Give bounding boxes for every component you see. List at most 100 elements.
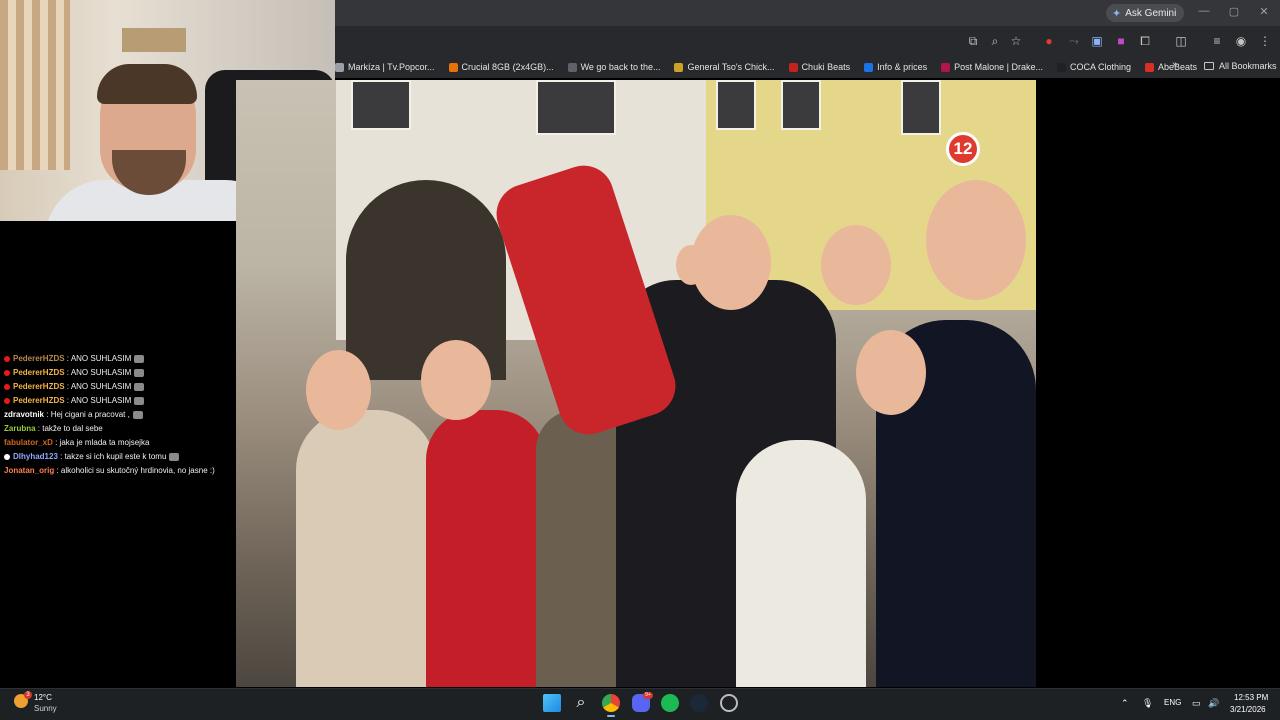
chat-separator: : <box>52 438 60 447</box>
volume-icon[interactable]: 🔊 <box>1208 698 1219 709</box>
bookmark-favicon-icon <box>941 62 951 72</box>
chat-username[interactable]: PedererHZDS <box>13 396 65 405</box>
bookmark-item[interactable]: We go back to the... <box>567 62 660 72</box>
bookmark-star-icon[interactable]: ☆ <box>1009 34 1023 48</box>
chat-username[interactable]: zdravotnik <box>4 410 44 419</box>
bookmark-item[interactable]: Chuki Beats <box>788 62 851 72</box>
chat-text: ANO SUHLASIM <box>70 382 132 391</box>
chat-message: PedererHZDS : ANO SUHLASIM <box>0 352 236 366</box>
close-icon[interactable]: ✕ <box>1256 5 1272 18</box>
extension-grey-icon[interactable]: ⤳ <box>1067 34 1081 48</box>
clock-time[interactable]: 12:53 PM <box>1234 693 1268 702</box>
zoom-icon[interactable]: ⌕ <box>988 34 1002 48</box>
ask-gemini-button[interactable]: ✦ Ask Gemini <box>1106 4 1185 22</box>
streamer-hair <box>97 64 197 104</box>
extensions-puzzle-icon[interactable]: ⧠ <box>1138 34 1152 48</box>
video-face <box>676 245 706 285</box>
extension-purple-icon[interactable]: ■ <box>1114 34 1128 48</box>
all-bookmarks-label: All Bookmarks <box>1219 61 1277 71</box>
chat-emote-icon <box>134 354 145 363</box>
bookmark-favicon-icon <box>448 62 458 72</box>
chat-text: jaka je mlada ta mojsejka <box>59 438 150 447</box>
chat-badge-icon <box>4 383 10 390</box>
microphone-icon[interactable]: 🎙 <box>1142 698 1153 709</box>
extension-counter-icon[interactable]: ▣ <box>1090 34 1104 48</box>
screen: ✦ Ask Gemini — ▢ ✕ ⧉ ⌕ ☆ ● ⤳ ▣ ■ ⧠ ◫ ≡ ◉… <box>0 0 1280 720</box>
bookmark-item[interactable]: Post Malone | Drake... <box>941 62 1043 72</box>
shelf-box <box>122 28 186 52</box>
side-panel-icon[interactable]: ◫ <box>1174 34 1188 48</box>
bookmark-favicon-icon <box>788 62 798 72</box>
bookmark-label: Markíza | Tv.Popcor... <box>348 62 435 72</box>
curtain <box>0 0 70 170</box>
video-archway <box>346 180 506 380</box>
chat-message: PedererHZDS : ANO SUHLASIM <box>0 380 236 394</box>
language-indicator[interactable]: ENG <box>1164 698 1181 707</box>
video-window <box>716 80 756 130</box>
chat-username[interactable]: PedererHZDS <box>13 354 65 363</box>
chat-message: Dlhyhad123 : takze si ich kupil este k t… <box>0 450 236 464</box>
chat-badge-icon <box>4 397 10 404</box>
bookmark-item[interactable]: General Tso's Chick... <box>674 62 775 72</box>
chat-username[interactable]: fabulator_xD <box>4 438 53 447</box>
video-window <box>901 80 941 135</box>
bookmark-label: Info & prices <box>877 62 928 72</box>
chat-username[interactable]: PedererHZDS <box>13 368 65 377</box>
bookmark-item[interactable]: COCA Clothing <box>1057 62 1131 72</box>
all-bookmarks-button[interactable]: All Bookmarks <box>1204 61 1277 71</box>
chat-text: ANO SUHLASIM <box>70 368 132 377</box>
chat-message: fabulator_xD : jaka je mlada ta mojsejka <box>0 436 236 450</box>
weather-temperature[interactable]: 12°C <box>34 693 52 702</box>
bookmark-item[interactable]: Crucial 8GB (2x4GB)... <box>448 62 554 72</box>
network-icon[interactable]: ▭ <box>1192 698 1201 709</box>
video-face <box>421 340 491 420</box>
video-player[interactable]: 12 <box>236 80 1036 687</box>
chat-username[interactable]: PedererHZDS <box>13 382 65 391</box>
chat-message: PedererHZDS : ANO SUHLASIM <box>0 366 236 380</box>
obs-icon[interactable] <box>720 694 738 712</box>
bookmark-favicon-icon <box>1057 62 1066 72</box>
install-app-icon[interactable]: ⧉ <box>966 34 980 48</box>
stream-chat: PedererHZDS : ANO SUHLASIM PedererHZDS : … <box>0 352 236 478</box>
chat-message: Jonatan_orig : alkoholici su skutočný hr… <box>0 464 236 478</box>
menu-kebab-icon[interactable]: ⋮ <box>1258 34 1272 48</box>
steam-icon[interactable] <box>690 694 708 712</box>
bookmark-item[interactable]: Markíza | Tv.Popcor... <box>335 62 435 72</box>
bookmark-item[interactable]: Info & prices <box>864 62 927 72</box>
video-face <box>306 350 371 430</box>
start-windows-icon[interactable] <box>543 694 561 712</box>
bookmark-label: Chuki Beats <box>801 62 851 72</box>
media-control-icon[interactable]: ≡ <box>1210 34 1224 48</box>
minimize-icon[interactable]: — <box>1196 5 1212 17</box>
weather-condition[interactable]: Sunny <box>34 704 57 713</box>
video-window <box>781 80 821 130</box>
chrome-icon[interactable] <box>602 694 620 717</box>
extension-red-icon[interactable]: ● <box>1042 34 1056 48</box>
spotify-icon[interactable] <box>661 694 679 712</box>
video-window <box>351 80 411 130</box>
chat-message: Zarubna : takže to dal sebe <box>0 422 236 436</box>
profile-avatar-icon[interactable]: ◉ <box>1234 34 1248 48</box>
bookmark-label: General Tso's Chick... <box>687 62 775 72</box>
tv-channel-logo: 12 <box>946 132 980 166</box>
bookmark-label: COCA Clothing <box>1070 62 1132 72</box>
chat-username[interactable]: Jonatan_orig <box>4 466 54 475</box>
clock-date[interactable]: 3/21/2026 <box>1230 705 1266 714</box>
video-person-beige <box>296 410 436 687</box>
discord-badge: 9+ <box>643 692 653 699</box>
video-person-olive <box>536 410 626 687</box>
chat-text: ANO SUHLASIM <box>70 396 132 405</box>
restore-icon[interactable]: ▢ <box>1226 5 1242 18</box>
video-person-white <box>736 440 866 687</box>
chat-username[interactable]: Dlhyhad123 <box>13 452 58 461</box>
search-icon[interactable]: ⌕ <box>572 694 590 712</box>
bookmark-favicon-icon <box>864 62 874 72</box>
tray-overflow-icon[interactable]: ⌃ <box>1121 698 1129 709</box>
chat-badge-icon <box>4 453 10 460</box>
chat-emote-icon <box>169 452 180 461</box>
chat-text: Hej cigani a pracovat , <box>50 410 130 419</box>
chat-text: takze si ich kupil este k tomu <box>64 452 167 461</box>
chat-badge-icon <box>4 369 10 376</box>
chat-username[interactable]: Zarubna <box>4 424 36 433</box>
bookmarks-overflow-icon[interactable]: » <box>1172 59 1178 70</box>
